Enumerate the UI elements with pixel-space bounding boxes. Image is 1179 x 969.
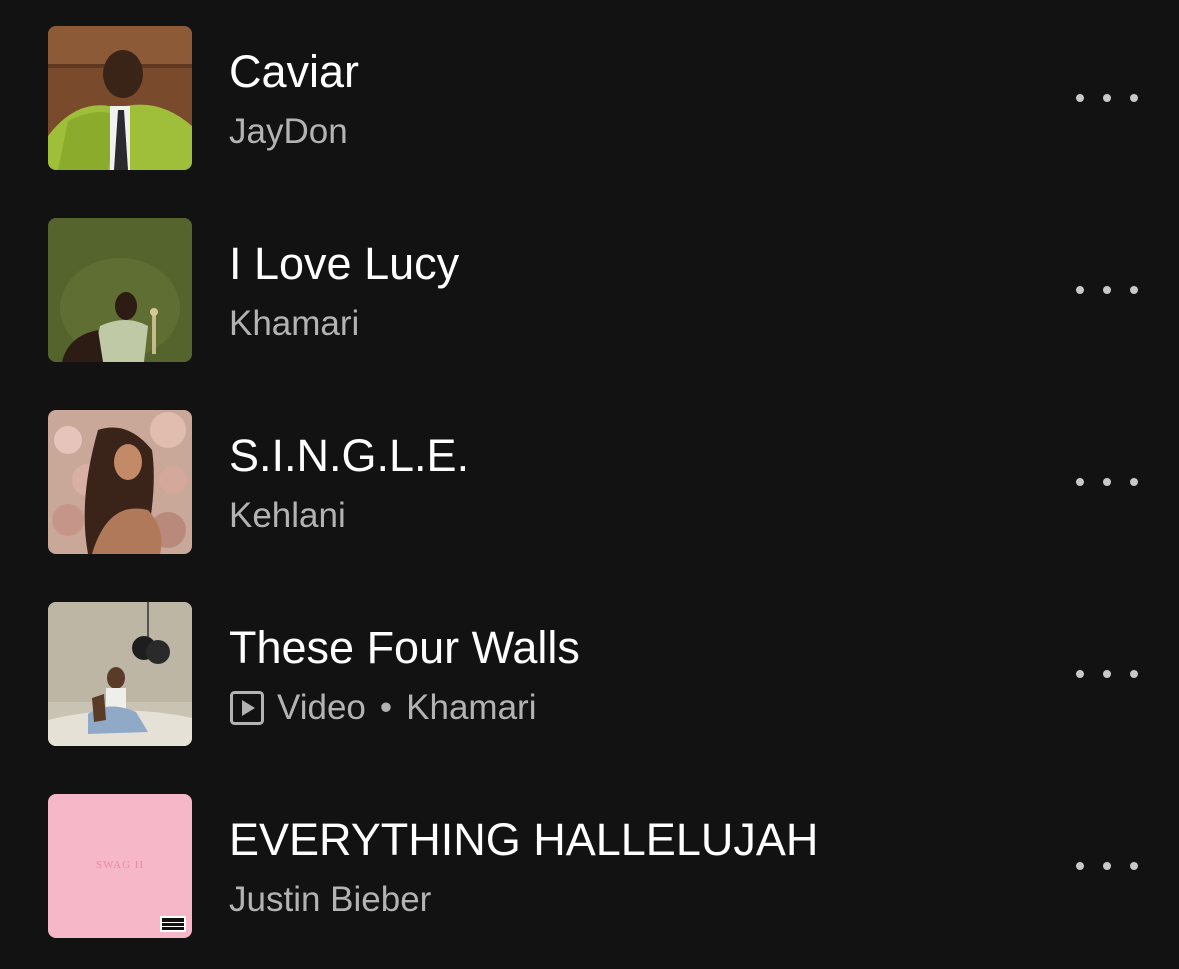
album-art[interactable]: SWAG II bbox=[48, 794, 192, 938]
more-dots-icon bbox=[1076, 862, 1084, 870]
track-row[interactable]: I Love Lucy Khamari bbox=[0, 192, 1179, 362]
album-art-text: SWAG II bbox=[96, 859, 144, 871]
more-dots-icon bbox=[1076, 286, 1084, 294]
separator-dot: • bbox=[379, 688, 393, 727]
track-subtitle: Justin Bieber bbox=[229, 878, 431, 922]
track-subtitle: Video • Khamari bbox=[229, 686, 536, 730]
track-title: S.I.N.G.L.E. bbox=[229, 430, 470, 481]
more-dots-icon bbox=[1076, 478, 1084, 486]
album-art[interactable] bbox=[48, 602, 192, 746]
more-dots-icon bbox=[1076, 670, 1084, 678]
track-type-label: Video bbox=[277, 688, 366, 727]
album-art[interactable] bbox=[48, 410, 192, 554]
track-row[interactable]: Caviar JayDon bbox=[0, 0, 1179, 170]
album-art[interactable] bbox=[48, 26, 192, 170]
track-subtitle: Khamari bbox=[229, 302, 359, 346]
track-title: Caviar bbox=[229, 46, 360, 97]
track-row[interactable]: SWAG II EVERYTHING HALLELUJAH Justin Bie… bbox=[0, 768, 1179, 938]
track-artist: JayDon bbox=[229, 112, 348, 151]
track-row[interactable]: S.I.N.G.L.E. Kehlani bbox=[0, 384, 1179, 554]
track-title: EVERYTHING HALLELUJAH bbox=[229, 814, 819, 865]
more-options-button[interactable] bbox=[1076, 470, 1138, 494]
more-options-button[interactable] bbox=[1076, 278, 1138, 302]
track-subtitle: Kehlani bbox=[229, 494, 346, 538]
more-dots-icon bbox=[1076, 94, 1084, 102]
track-artist: Khamari bbox=[406, 688, 537, 727]
album-art-caviar-icon bbox=[48, 26, 192, 170]
track-list: Caviar JayDon I Love Lucy Khamari S.I.N.… bbox=[0, 0, 1179, 969]
track-subtitle: JayDon bbox=[229, 110, 348, 154]
more-options-button[interactable] bbox=[1076, 86, 1138, 110]
more-options-button[interactable] bbox=[1076, 854, 1138, 878]
video-icon bbox=[229, 690, 265, 726]
album-art-these-four-walls-icon bbox=[48, 602, 192, 746]
track-artist: Justin Bieber bbox=[229, 880, 432, 919]
track-title: I Love Lucy bbox=[229, 238, 460, 289]
track-artist: Khamari bbox=[229, 304, 360, 343]
album-art-single-icon bbox=[48, 410, 192, 554]
track-title: These Four Walls bbox=[229, 622, 580, 673]
more-options-button[interactable] bbox=[1076, 662, 1138, 686]
track-artist: Kehlani bbox=[229, 496, 346, 535]
album-art-i-love-lucy-icon bbox=[48, 218, 192, 362]
album-art[interactable] bbox=[48, 218, 192, 362]
track-row[interactable]: These Four Walls Video • Khamari bbox=[0, 576, 1179, 746]
album-art-swag-ii-icon: SWAG II bbox=[48, 794, 192, 938]
